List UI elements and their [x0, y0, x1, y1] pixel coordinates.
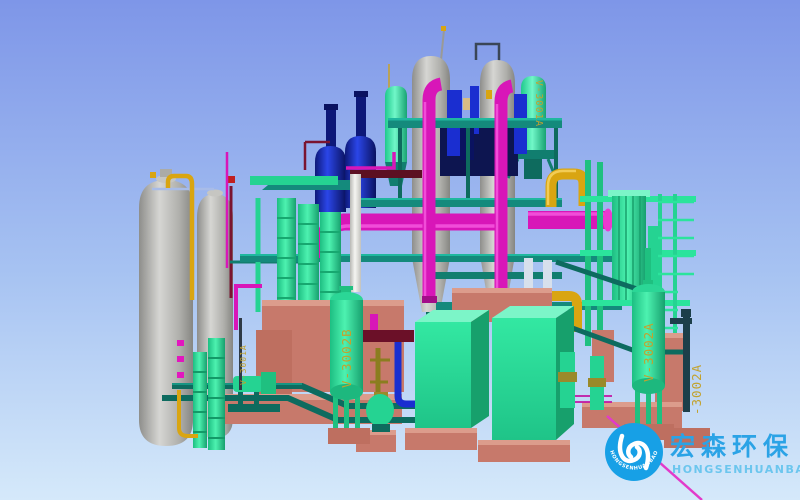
- label-pipe-3002a: -3002A: [689, 364, 704, 415]
- logo-english-name: HONGSENHUANBAO: [672, 463, 800, 476]
- label-top-vessel: V-3001A: [533, 80, 544, 127]
- vendor-logo: HONGSENHUANBAO 宏森环保 HONGSENHUANBAO: [605, 423, 800, 481]
- ladder-rail: [673, 194, 677, 334]
- plant-3d-render: V-3001A V-3001A V-3002B V-3002A -3002A H…: [0, 0, 800, 500]
- cad-render-viewport: V-3001A V-3001A V-3002B V-3002A -3002A H…: [0, 0, 800, 500]
- label-v3002b: V-3002B: [339, 328, 354, 388]
- logo-chinese-name: 宏森环保: [670, 432, 794, 461]
- white-standpipe: [350, 174, 361, 292]
- equipment-enclosures: [415, 306, 574, 440]
- label-tank-gauge: V-3001A: [239, 344, 248, 385]
- label-v3002a: V-3002A: [641, 322, 656, 382]
